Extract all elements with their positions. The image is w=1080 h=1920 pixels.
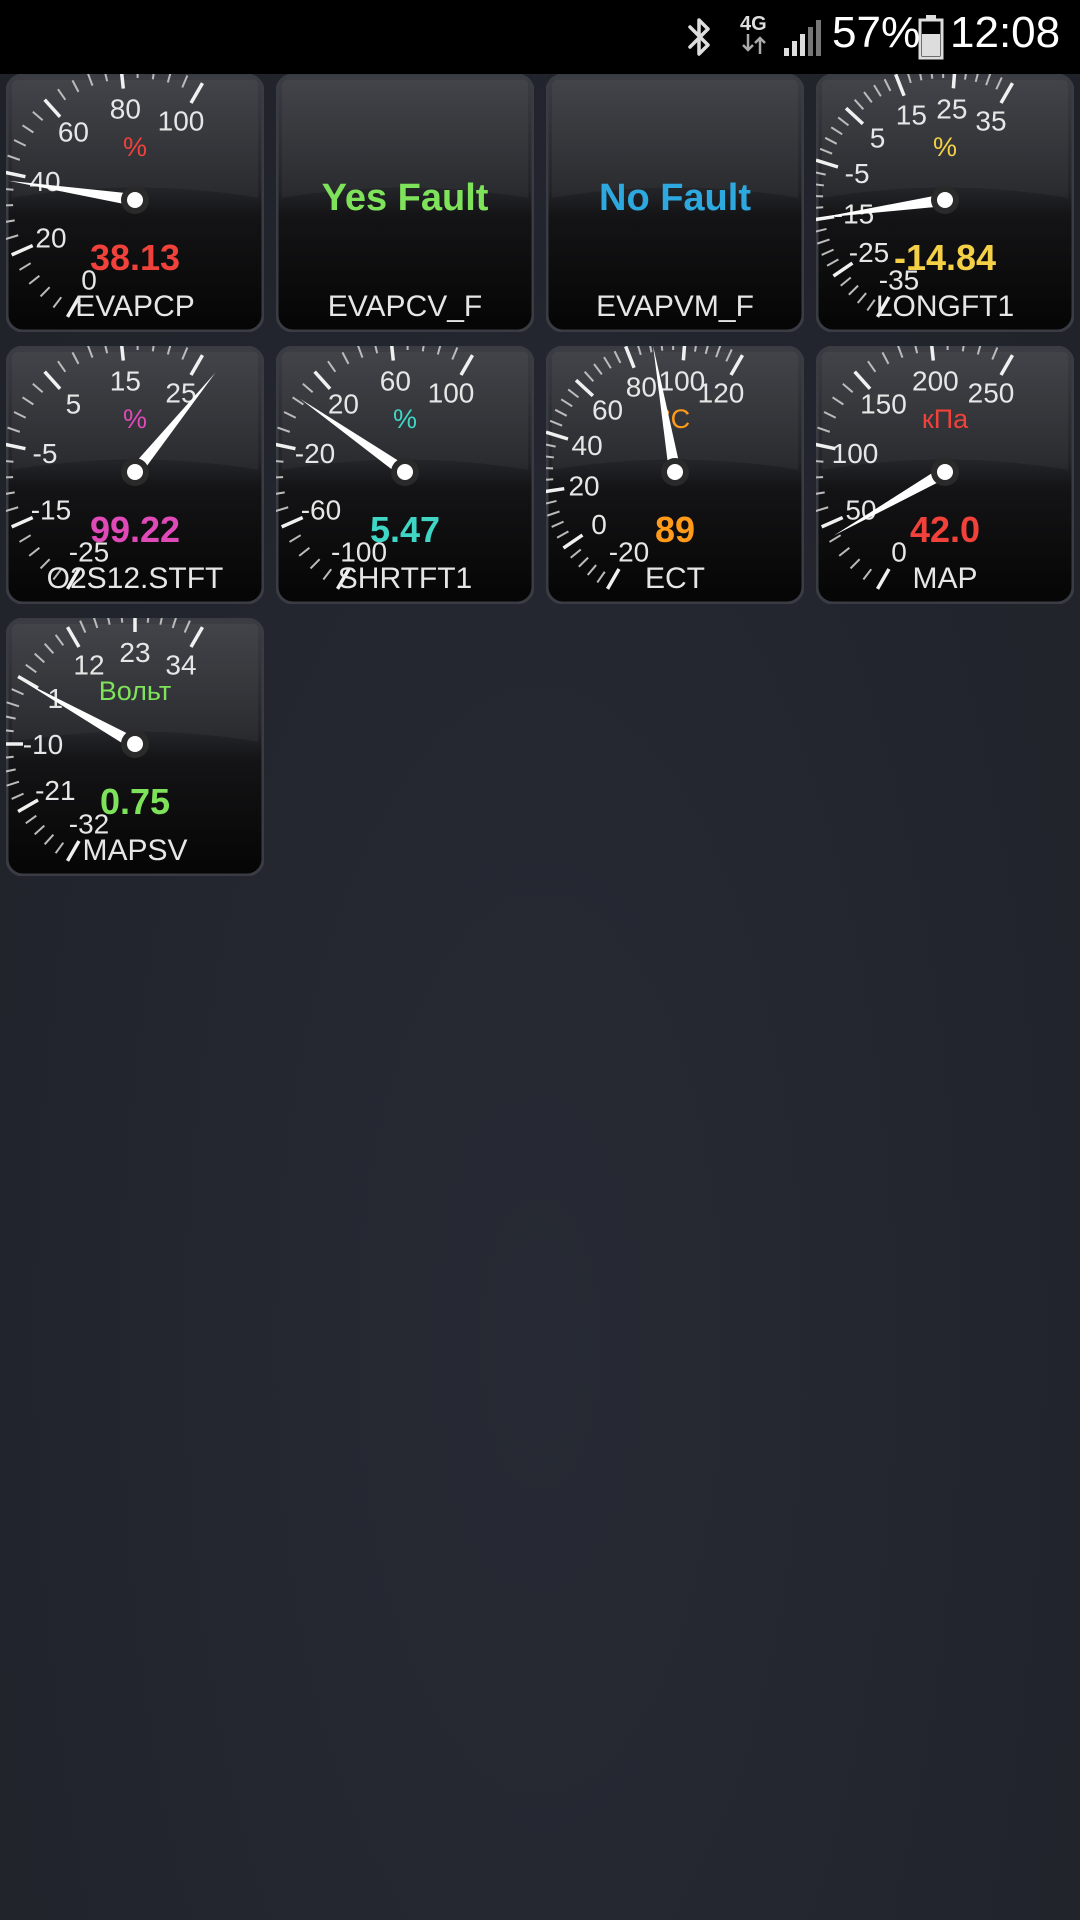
gauge-tick-label: 250 — [968, 377, 1015, 408]
gauge-tick-label: 60 — [58, 117, 89, 148]
network-4g-icon: 4G — [740, 14, 770, 54]
gauge-status-text: No Fault — [599, 177, 751, 219]
gauge-tick — [816, 206, 824, 209]
battery-percent: 57% — [832, 8, 921, 57]
gauge-needle-hub — [127, 464, 143, 480]
gauge-tick — [6, 188, 14, 191]
gauge-tick — [816, 476, 824, 479]
gauge-tick — [6, 476, 14, 479]
signal-icon — [784, 20, 821, 56]
gauge-needle-hub — [937, 192, 953, 208]
gauge-tick-label: 100 — [832, 438, 879, 469]
gauge-unit: Вольт — [99, 676, 172, 706]
gauge-tick — [951, 74, 957, 89]
gauge-shrtft1[interactable]: -100 -60 -20 20 60 100% 5.47 SHRTFT1 — [276, 346, 534, 604]
gauge-tick-label: 80 — [110, 94, 141, 125]
gauge-tick-label: 60 — [592, 394, 623, 425]
gauge-tick-label: -21 — [35, 775, 75, 806]
gauge-name: EVAPVM_F — [596, 290, 754, 323]
gauge-tick-label: 80 — [626, 371, 657, 402]
gauge-tick-label: -60 — [301, 494, 341, 525]
gauge-tick — [276, 460, 284, 463]
status-bar: 4G 57% 12:08 — [0, 0, 1080, 74]
gauge-tick-label: 100 — [428, 377, 475, 408]
gauge-needle-hub — [667, 464, 683, 480]
gauge-name: O2S12.STFT — [47, 562, 224, 595]
gauge-value: 42.0 — [910, 509, 980, 550]
gauge-tick-label: 15 — [110, 366, 141, 397]
gauge-map[interactable]: 0 50 100 150 200 250 кПа 42.0 MAP — [816, 346, 1074, 604]
gauge-tick-label: 23 — [119, 637, 150, 668]
gauge-tick-label: -10 — [23, 729, 63, 760]
gauge-value: -14.84 — [894, 237, 996, 278]
gauge-unit: % — [123, 132, 147, 162]
gauge-needle-hub — [937, 464, 953, 480]
gauge-tick-label: -20 — [609, 537, 649, 568]
gauge-tick — [816, 460, 824, 463]
gauge-unit: % — [393, 404, 417, 434]
clock: 12:08 — [950, 8, 1061, 57]
gauge-tick-label: 200 — [912, 366, 959, 397]
gauge-needle-hub — [127, 736, 143, 752]
gauge-value: 0.75 — [100, 781, 170, 822]
gauge-tick-label: -15 — [31, 494, 71, 525]
gauge-tick-label: 25 — [936, 93, 967, 124]
gauge-value: 99.22 — [90, 509, 180, 550]
gauge-value: 5.47 — [370, 509, 440, 550]
gauge-unit: % — [123, 404, 147, 434]
gauge-status-text: Yes Fault — [322, 177, 489, 219]
gauge-name: SHRTFT1 — [338, 562, 472, 595]
gauge-evapcv-f[interactable]: Yes Fault EVAPCV_F — [276, 74, 534, 332]
gauge-unit: % — [933, 132, 957, 162]
gauge-grid: 0 20 40 60 80 100% 38.13 EVAPCP Yes Fault EVAPCV… — [0, 74, 1080, 894]
gauge-tick-label: 20 — [328, 389, 359, 420]
gauge-tick-label: -5 — [845, 158, 870, 189]
gauge-tick-label: -5 — [33, 438, 58, 469]
gauge-needle-hub — [127, 192, 143, 208]
gauge-tick-label: 20 — [568, 471, 599, 502]
gauge-evapcp[interactable]: 0 20 40 60 80 100% 38.13 EVAPCP — [6, 74, 264, 332]
gauge-tick-label: 0 — [891, 537, 907, 568]
gauge-tick-label: 40 — [29, 166, 60, 197]
gauge-tick-label: 20 — [35, 222, 66, 253]
gauge-tick-label: -20 — [295, 438, 335, 469]
gauge-value: 89 — [655, 509, 695, 550]
gauge-value: 38.13 — [90, 237, 180, 278]
gauge-tick — [6, 460, 14, 463]
gauge-tick-label: 15 — [896, 99, 927, 130]
gauge-tick — [681, 346, 687, 361]
gauge-unit: кПа — [922, 404, 969, 434]
gauge-name: MAPSV — [82, 834, 187, 867]
gauge-o2s12-stft[interactable]: -25 -15 -5 5 15 25% 99.22 O2S12.STFT — [6, 346, 264, 604]
gauge-tick-label: 150 — [860, 389, 907, 420]
gauge-ect[interactable]: -20 0 20 40 60 80 100 120 °C 89 ECT — [546, 346, 804, 604]
gauge-mapsv[interactable]: -32-21-101122334Вольт0.75MAPSV — [6, 618, 264, 876]
gauge-needle-hub — [397, 464, 413, 480]
battery-icon — [918, 15, 944, 60]
gauge-tick — [276, 476, 284, 479]
bluetooth-icon — [688, 18, 710, 56]
gauge-name: LONGFT1 — [876, 290, 1014, 323]
gauge-tick — [546, 478, 554, 481]
gauge-tick-label: 5 — [870, 122, 886, 153]
gauge-tick-label: 35 — [975, 105, 1006, 136]
gauge-tick-label: 100 — [158, 105, 205, 136]
gauge-name: MAP — [912, 562, 977, 595]
gauge-name: EVAPCV_F — [328, 290, 483, 323]
gauge-longft1[interactable]: -35-25-15-55152535%-14.84LONGFT1 — [816, 74, 1074, 332]
gauge-name: EVAPCP — [75, 290, 195, 323]
gauge-tick-label: 0 — [591, 509, 607, 540]
gauge-tick-label: -25 — [849, 237, 889, 268]
gauge-tick — [6, 204, 14, 207]
gauge-tick-label: 5 — [66, 389, 82, 420]
gauge-evapvm-f[interactable]: No Fault EVAPVM_F — [546, 74, 804, 332]
gauge-tick-label: 120 — [698, 377, 745, 408]
gauge-tick-label: 60 — [380, 366, 411, 397]
gauge-name: ECT — [645, 562, 705, 595]
gauge-tick-label: 40 — [572, 430, 603, 461]
